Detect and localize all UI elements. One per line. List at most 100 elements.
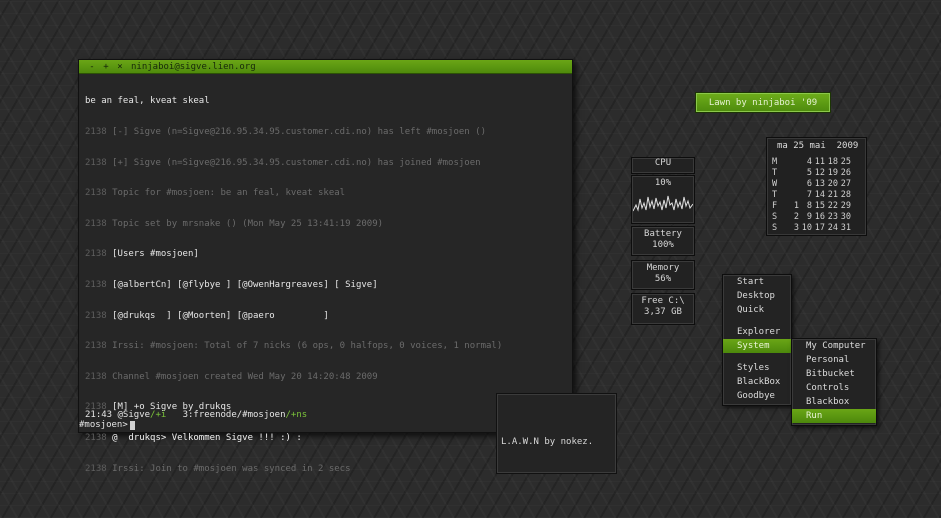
calendar-date[interactable]: 8	[799, 201, 812, 211]
status-nick-mode: /+i	[150, 410, 167, 420]
calendar-week-row: T 7 14 21 28	[772, 190, 851, 200]
calendar-date[interactable]: 29	[838, 201, 851, 211]
calendar-date[interactable]	[786, 179, 799, 189]
calendar-date[interactable]: 6	[799, 179, 812, 189]
command-input[interactable]: #mosjoen>	[79, 420, 135, 430]
menu-item-blackbox[interactable]: BlackBox	[723, 375, 791, 389]
calendar-date[interactable]: 11	[812, 157, 825, 167]
calendar-date[interactable]: 13	[812, 179, 825, 189]
status-time: 21:43	[85, 410, 113, 420]
menu-item-goodbye[interactable]: Goodbye	[723, 389, 791, 403]
submenu-item-personal[interactable]: Personal	[792, 353, 876, 367]
terminal-line: 2138 Topic set by mrsnake () (Mon May 25…	[85, 218, 384, 229]
calendar-week-row: T 5 12 19 26	[772, 168, 851, 178]
calendar-date[interactable]: 26	[838, 168, 851, 178]
terminal-line: 2138 Irssi: Join to #mosjoen was synced …	[85, 463, 351, 474]
calendar-day-label: F	[772, 201, 778, 211]
calendar-week-row: W 6 13 20 27	[772, 179, 851, 189]
calendar-day-label: T	[772, 190, 778, 200]
memory-value: 56%	[654, 274, 672, 284]
calendar-date[interactable]: 7	[799, 190, 812, 200]
status-window: 3:freenode/#mosjoen	[182, 410, 286, 420]
calendar-widget: ma 25 mai 2009 M 4 11 18 25 T 5 12 19 26 W 6 13 20 27 T…	[766, 137, 867, 236]
terminal-titlebar[interactable]: - + × ninjaboi@sigve.lien.org	[79, 60, 572, 74]
calendar-date[interactable]: 23	[825, 212, 838, 222]
terminal-window[interactable]: - + × ninjaboi@sigve.lien.org be an feal…	[78, 59, 573, 474]
calendar-date[interactable]: 17	[812, 223, 825, 233]
terminal-line: 2138 [@albertCn] [@flybye ] [@OwenHargre…	[85, 279, 378, 290]
terminal-line: 2138 Channel #mosjoen created Wed May 20…	[85, 371, 378, 382]
calendar-day-label: S	[772, 212, 778, 222]
calendar-week-row: F 1 8 15 22 29	[772, 201, 851, 211]
terminal-line: 2138 [Users #mosjoen]	[85, 249, 199, 260]
menu-item-quick[interactable]: Quick	[723, 303, 791, 317]
menu-item-styles[interactable]: Styles	[723, 361, 791, 375]
calendar-date[interactable]: 18	[825, 157, 838, 167]
calendar-day-label: W	[772, 179, 778, 189]
submenu-item-bitbucket[interactable]: Bitbucket	[792, 367, 876, 381]
calendar-date[interactable]	[786, 168, 799, 178]
calendar-date[interactable]: 20	[825, 179, 838, 189]
calendar-day-label: T	[772, 168, 778, 178]
cpu-label: CPU	[654, 158, 672, 168]
submenu-item-my-computer[interactable]: My Computer	[792, 339, 876, 353]
calendar-date[interactable]: 25	[838, 157, 851, 167]
cpu-graph	[633, 195, 693, 212]
submenu-item-blackbox[interactable]: Blackbox	[792, 395, 876, 409]
calendar-date[interactable]: 14	[812, 190, 825, 200]
calendar-date[interactable]: 24	[825, 223, 838, 233]
calendar-date[interactable]: 31	[838, 223, 851, 233]
menu-item-explorer[interactable]: Explorer	[723, 325, 791, 339]
calendar-header: ma 25 mai 2009	[777, 141, 859, 151]
calendar-date[interactable]: 10	[799, 223, 812, 233]
irssi-statusbar: 21:43 @Sigve/+i 3:freenode/#mosjoen/+ns	[85, 410, 307, 420]
lawn-label-box: L.A.W.N by nokez.	[496, 393, 617, 474]
status-window-mode: /+ns	[285, 410, 308, 420]
menu-separator	[723, 317, 791, 325]
terminal-title: ninjaboi@sigve.lien.org	[131, 61, 256, 72]
calendar-date[interactable]: 2	[786, 212, 799, 222]
terminal-line: 2138 Irssi: #mosjoen: Total of 7 nicks (…	[85, 341, 503, 352]
calendar-date[interactable]: 16	[812, 212, 825, 222]
system-submenu[interactable]: My Computer Personal Bitbucket Controls Blac…	[791, 338, 877, 426]
calendar-date[interactable]: 4	[799, 157, 812, 167]
calendar-date[interactable]	[786, 190, 799, 200]
terminal-line: 2138 [-] Sigve (n=Sigve@216.95.34.95.cus…	[85, 127, 486, 137]
calendar-date[interactable]: 28	[838, 190, 851, 200]
terminal-line: 2138 [@drukqs ] [@Moorten] [@paero ]	[85, 310, 329, 321]
disk-label: Free C:\	[641, 296, 685, 306]
terminal-line: 2138 @ drukqs> Velkommen Sigve !!! :) :	[85, 432, 302, 443]
status-nick: @Sigve	[117, 410, 151, 420]
calendar-date[interactable]: 30	[838, 212, 851, 222]
text-cursor	[129, 420, 135, 430]
calendar-date[interactable]: 9	[799, 212, 812, 222]
calendar-date[interactable]: 12	[812, 168, 825, 178]
disk-value: 3,37 GB	[644, 307, 682, 317]
calendar-date[interactable]: 15	[812, 201, 825, 211]
calendar-date[interactable]: 19	[825, 168, 838, 178]
calendar-day-label: S	[772, 223, 778, 233]
minimize-button[interactable]: -	[85, 62, 99, 72]
menu-item-start[interactable]: Start	[723, 275, 791, 289]
root-menu[interactable]: Start Desktop Quick Explorer System Styles Bla…	[722, 274, 792, 406]
calendar-date[interactable]: 22	[825, 201, 838, 211]
close-button[interactable]: ×	[113, 62, 127, 72]
calendar-date[interactable]: 1	[786, 201, 799, 211]
lawn-button[interactable]: Lawn by ninjaboi '09	[695, 92, 831, 113]
cpu-monitor: 10%	[631, 175, 695, 224]
calendar-week-row: S 3 10 17 24 31	[772, 223, 851, 233]
terminal-line: be an feal, kveat skeal	[85, 96, 210, 107]
calendar-date[interactable]: 3	[786, 223, 799, 233]
submenu-item-controls[interactable]: Controls	[792, 381, 876, 395]
cpu-value: 10%	[654, 178, 672, 188]
maximize-button[interactable]: +	[99, 62, 113, 72]
calendar-date[interactable]: 21	[825, 190, 838, 200]
menu-item-system[interactable]: System	[723, 339, 791, 353]
menu-item-desktop[interactable]: Desktop	[723, 289, 791, 303]
calendar-date[interactable]	[786, 157, 799, 167]
submenu-item-run[interactable]: Run	[792, 409, 876, 423]
calendar-date[interactable]: 27	[838, 179, 851, 189]
battery-monitor: Battery 100%	[631, 226, 695, 256]
calendar-date[interactable]: 5	[799, 168, 812, 178]
battery-value: 100%	[652, 240, 674, 250]
